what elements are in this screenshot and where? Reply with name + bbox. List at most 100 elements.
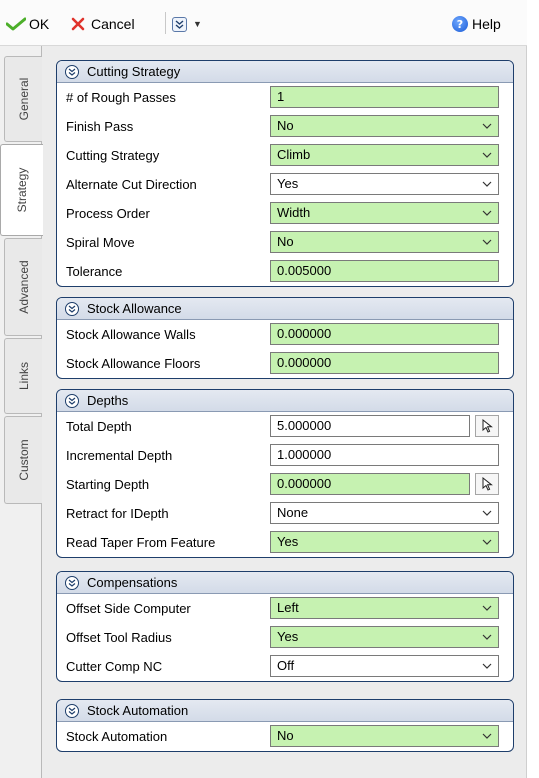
cutter-comp-nc-select[interactable]: Off xyxy=(270,655,499,677)
spiral-move-select[interactable]: No xyxy=(270,231,499,253)
help-icon: ? xyxy=(452,16,468,32)
tab-strategy[interactable]: Strategy xyxy=(0,144,43,236)
tab-advanced[interactable]: Advanced xyxy=(4,238,42,336)
collapse-icon[interactable] xyxy=(65,393,79,408)
rough-passes-input[interactable]: 1 xyxy=(270,86,499,108)
select-value: No xyxy=(277,234,294,249)
chevron-down-icon xyxy=(482,733,492,739)
collapse-icon[interactable] xyxy=(65,703,79,718)
select-value: Yes xyxy=(277,629,299,644)
pick-depth-button[interactable] xyxy=(475,415,499,437)
group-stock-automation: Stock Automation Stock Automation No xyxy=(56,699,514,752)
read-taper-select[interactable]: Yes xyxy=(270,531,499,553)
chevron-down-icon xyxy=(482,539,492,545)
group-depths: Depths Total Depth 5.000000 Incremental … xyxy=(56,389,514,558)
stock-automation-select[interactable]: No xyxy=(270,725,499,747)
pick-depth-button[interactable] xyxy=(475,473,499,495)
row-label: Stock Allowance Floors xyxy=(66,356,201,371)
row-incremental-depth: Incremental Depth 1.000000 xyxy=(57,441,513,470)
ok-button[interactable]: OK xyxy=(6,14,49,34)
help-label: Help xyxy=(472,16,501,32)
tab-links[interactable]: Links xyxy=(4,338,42,414)
select-value: Yes xyxy=(277,534,299,549)
collapse-icon[interactable] xyxy=(65,64,79,79)
row-total-depth: Total Depth 5.000000 xyxy=(57,412,513,441)
row-stock-allowance-floors: Stock Allowance Floors 0.000000 xyxy=(57,349,513,378)
collapse-all-menu-button[interactable]: ▼ xyxy=(172,14,202,34)
group-compensations: Compensations Offset Side Computer Left … xyxy=(56,571,514,682)
row-rough-passes: # of Rough Passes 1 xyxy=(57,83,513,112)
chevron-down-icon xyxy=(482,210,492,216)
row-label: Total Depth xyxy=(66,419,132,434)
offset-tool-radius-select[interactable]: Yes xyxy=(270,626,499,648)
chevron-down-icon xyxy=(482,152,492,158)
tab-custom[interactable]: Custom xyxy=(4,416,42,504)
offset-side-select[interactable]: Left xyxy=(270,597,499,619)
tab-label: Links xyxy=(16,361,31,391)
stock-allowance-floors-input[interactable]: 0.000000 xyxy=(270,352,499,374)
cursor-pick-icon xyxy=(482,477,493,491)
group-title: Stock Automation xyxy=(87,703,189,718)
collapse-icon[interactable] xyxy=(65,575,79,590)
chevron-down-icon: ▼ xyxy=(193,19,202,29)
stock-allowance-walls-input[interactable]: 0.000000 xyxy=(270,323,499,345)
chevron-down-icon xyxy=(482,181,492,187)
group-header-stock-allowance[interactable]: Stock Allowance xyxy=(57,298,513,320)
group-header-depths[interactable]: Depths xyxy=(57,390,513,412)
select-value: Off xyxy=(277,658,295,673)
row-label: Cutting Strategy xyxy=(66,148,160,163)
row-alternate-cut-direction: Alternate Cut Direction Yes xyxy=(57,170,513,199)
row-label: Finish Pass xyxy=(66,119,134,134)
process-order-select[interactable]: Width xyxy=(270,202,499,224)
group-header-stock-automation[interactable]: Stock Automation xyxy=(57,700,513,722)
alternate-cut-direction-select[interactable]: Yes xyxy=(270,173,499,195)
tab-label: Custom xyxy=(16,439,31,481)
row-label: Tolerance xyxy=(66,264,123,279)
collapse-all-icon xyxy=(172,16,187,32)
row-label: Alternate Cut Direction xyxy=(66,177,197,192)
properties-panel: Cutting Strategy # of Rough Passes 1 Fin… xyxy=(42,46,527,778)
select-value: Climb xyxy=(277,147,311,162)
row-retract-idepth: Retract for IDepth None xyxy=(57,499,513,528)
toolbar: OK Cancel ▼ ? Help xyxy=(0,0,527,46)
row-label: Stock Allowance Walls xyxy=(66,327,196,342)
row-offset-tool-radius: Offset Tool Radius Yes xyxy=(57,623,513,652)
collapse-icon[interactable] xyxy=(65,301,79,316)
toolbar-separator xyxy=(165,12,166,34)
tab-label: General xyxy=(16,77,31,121)
tolerance-input[interactable]: 0.005000 xyxy=(270,260,499,282)
group-header-compensations[interactable]: Compensations xyxy=(57,572,513,594)
finish-pass-select[interactable]: No xyxy=(270,115,499,137)
incremental-depth-input[interactable]: 1.000000 xyxy=(270,444,499,466)
cancel-label: Cancel xyxy=(91,16,135,32)
starting-depth-input[interactable]: 0.000000 xyxy=(270,473,470,495)
cutting-strategy-select[interactable]: Climb xyxy=(270,144,499,166)
tab-general[interactable]: General xyxy=(4,56,42,142)
row-label: Stock Automation xyxy=(66,729,168,744)
select-value: Left xyxy=(277,600,299,615)
row-starting-depth: Starting Depth 0.000000 xyxy=(57,470,513,499)
select-value: No xyxy=(277,728,294,743)
retract-idepth-select[interactable]: None xyxy=(270,502,499,524)
check-icon xyxy=(6,17,26,31)
chevron-down-icon xyxy=(482,663,492,669)
row-label: Offset Side Computer xyxy=(66,601,191,616)
help-button[interactable]: ? Help xyxy=(452,14,501,34)
group-title: Stock Allowance xyxy=(87,301,182,316)
select-value: Yes xyxy=(277,176,299,191)
group-title: Compensations xyxy=(87,575,178,590)
chevron-down-icon xyxy=(482,605,492,611)
row-label: Starting Depth xyxy=(66,477,150,492)
cancel-button[interactable]: Cancel xyxy=(70,14,135,34)
row-stock-allowance-walls: Stock Allowance Walls 0.000000 xyxy=(57,320,513,349)
row-label: Spiral Move xyxy=(66,235,135,250)
row-label: Read Taper From Feature xyxy=(66,535,216,550)
row-label: Retract for IDepth xyxy=(66,506,169,521)
chevron-down-icon xyxy=(482,634,492,640)
total-depth-input[interactable]: 5.000000 xyxy=(270,415,470,437)
row-label: Cutter Comp NC xyxy=(66,659,163,674)
group-header-cutting-strategy[interactable]: Cutting Strategy xyxy=(57,61,513,83)
row-label: Incremental Depth xyxy=(66,448,173,463)
select-value: None xyxy=(277,505,309,520)
row-cutter-comp-nc: Cutter Comp NC Off xyxy=(57,652,513,681)
